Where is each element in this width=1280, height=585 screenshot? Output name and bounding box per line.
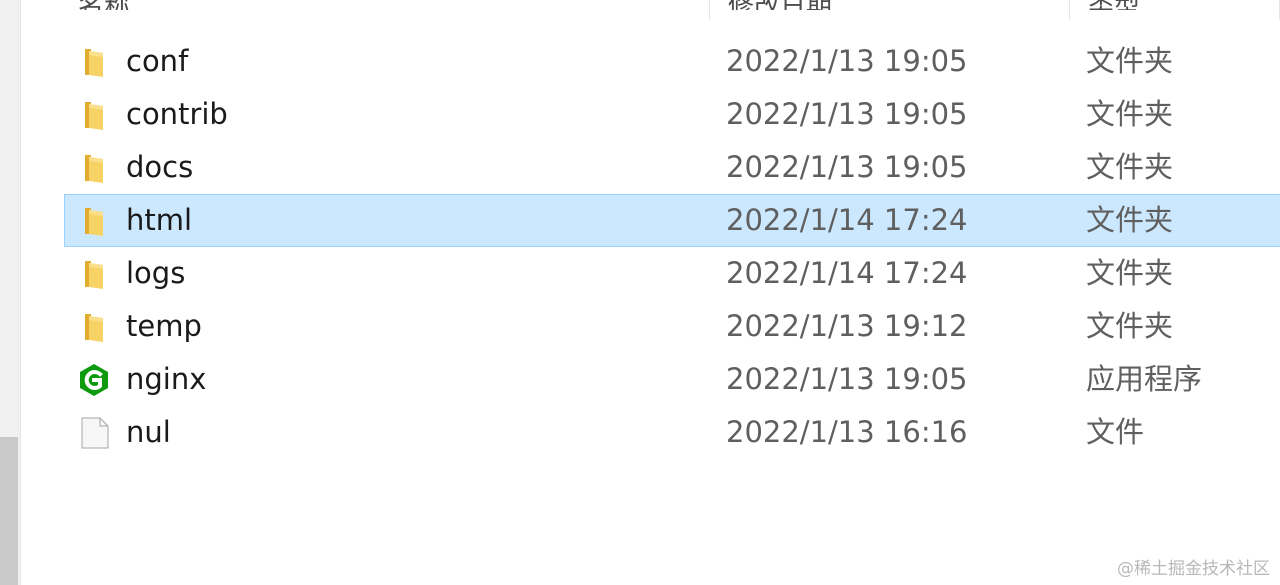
file-name: logs [126, 256, 186, 290]
file-name: html [126, 203, 193, 237]
file-modified-date: 2022/1/14 17:24 [726, 256, 968, 290]
folder-icon [78, 99, 110, 131]
column-header-name[interactable]: 名称 [78, 0, 198, 10]
file-row[interactable]: html 2022/1/14 17:24 文件夹 [64, 194, 1280, 247]
file-type: 文件夹 [1086, 203, 1174, 237]
file-row[interactable]: temp 2022/1/13 19:12 文件夹 [64, 300, 1280, 353]
file-row[interactable]: docs 2022/1/13 19:05 文件夹 [64, 141, 1280, 194]
file-modified-date: 2022/1/14 17:24 [726, 203, 968, 237]
column-separator[interactable] [709, 0, 710, 20]
file-type: 文件夹 [1086, 309, 1174, 343]
file-row[interactable]: conf 2022/1/13 19:05 文件夹 [64, 35, 1280, 88]
file-name: nul [126, 415, 171, 449]
navigation-pane-scrollbar-thumb[interactable] [0, 437, 18, 585]
file-row[interactable]: nginx 2022/1/13 19:05 应用程序 [64, 353, 1280, 406]
nginx-app-icon [78, 364, 110, 396]
folder-icon [78, 152, 110, 184]
blank-file-icon [78, 417, 110, 449]
file-modified-date: 2022/1/13 19:05 [726, 44, 968, 78]
file-row[interactable]: contrib 2022/1/13 19:05 文件夹 [64, 88, 1280, 141]
folder-icon [78, 258, 110, 290]
file-name: temp [126, 309, 202, 343]
file-modified-date: 2022/1/13 19:05 [726, 150, 968, 184]
file-type: 文件夹 [1086, 150, 1174, 184]
folder-icon [78, 46, 110, 78]
file-name: docs [126, 150, 194, 184]
file-type: 文件 [1086, 415, 1145, 449]
file-name: nginx [126, 362, 207, 396]
file-name: contrib [126, 97, 228, 131]
column-header-date[interactable]: 修改日期 [728, 0, 868, 10]
column-header-type[interactable]: 类型 [1088, 0, 1178, 10]
watermark: @稀土掘金技术社区 [1117, 559, 1270, 579]
column-header-row: 名称 修改日期 类型 [22, 0, 1280, 20]
column-separator[interactable] [1069, 0, 1070, 20]
file-type: 文件夹 [1086, 256, 1174, 290]
folder-icon [78, 311, 110, 343]
file-modified-date: 2022/1/13 19:12 [726, 309, 968, 343]
pane-divider[interactable] [20, 0, 21, 585]
file-row[interactable]: logs 2022/1/14 17:24 文件夹 [64, 247, 1280, 300]
file-modified-date: 2022/1/13 19:05 [726, 362, 968, 396]
file-name: conf [126, 44, 189, 78]
folder-icon [78, 205, 110, 237]
file-type: 文件夹 [1086, 97, 1174, 131]
file-type: 文件夹 [1086, 44, 1174, 78]
file-type: 应用程序 [1086, 362, 1203, 396]
file-row[interactable]: nul 2022/1/13 16:16 文件 [64, 406, 1280, 459]
file-modified-date: 2022/1/13 19:05 [726, 97, 968, 131]
file-modified-date: 2022/1/13 16:16 [726, 415, 968, 449]
